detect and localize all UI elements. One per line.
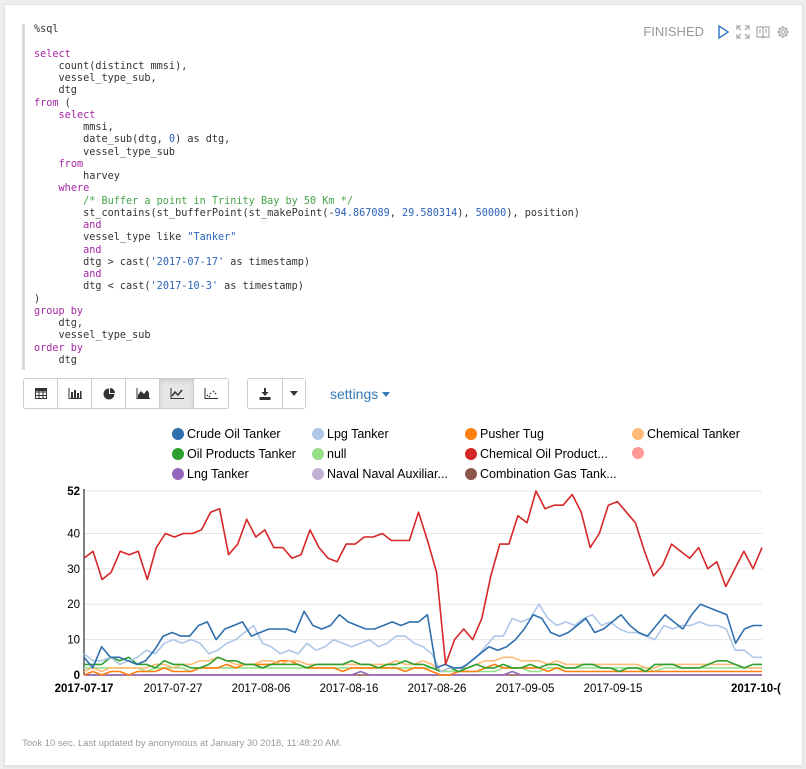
series-line — [83, 603, 762, 669]
y-tick-label: 40 — [67, 528, 80, 540]
x-tick-label: 2017-09-05 — [496, 683, 555, 695]
x-tick-label: 2017-08-16 — [320, 683, 379, 695]
x-tick-label: 2017-08-06 — [232, 683, 291, 695]
line-chart: 0 10 20 30 40 52 2017-07-17 2017-07-27 2017-08-0… — [55, 486, 781, 695]
x-tick-label: 2017-07-17 — [55, 683, 114, 695]
series-line — [83, 490, 763, 666]
x-tick-label: 2017-10-( — [731, 683, 781, 695]
series-line — [83, 659, 762, 676]
x-tick-label: 2017-08-26 — [408, 683, 467, 695]
paragraph-footer: Took 10 sec. Last updated by anonymous a… — [22, 738, 342, 749]
y-tick-label: 20 — [67, 599, 80, 611]
y-tick-label: 10 — [67, 635, 80, 647]
x-tick-label: 2017-09-15 — [584, 683, 643, 695]
x-tick-label: 2017-07-27 — [144, 683, 203, 695]
y-tick-label: 30 — [67, 564, 80, 576]
y-tick-label: 52 — [67, 486, 80, 498]
y-tick-label: 0 — [74, 670, 80, 682]
